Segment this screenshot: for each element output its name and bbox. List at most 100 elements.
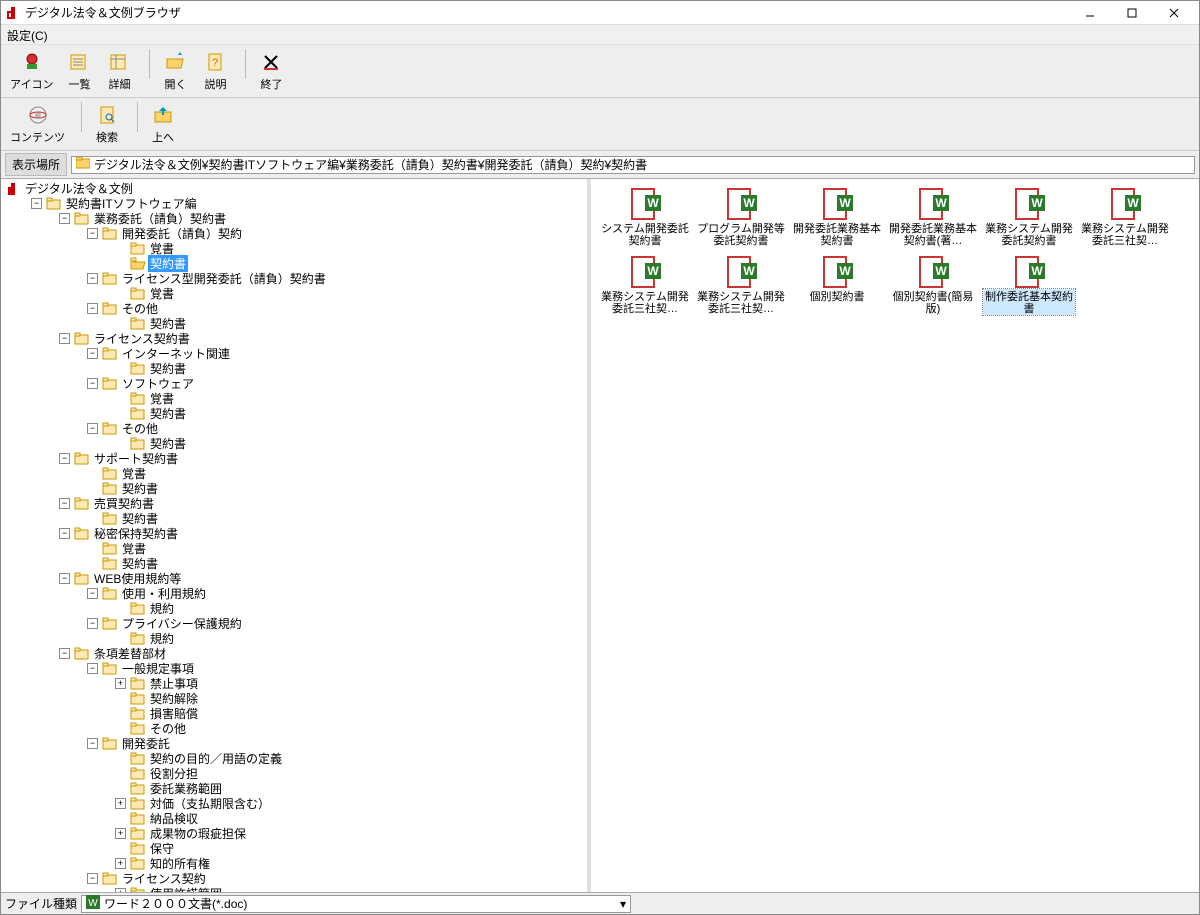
collapse-icon[interactable]: − xyxy=(87,228,98,239)
tree-node[interactable]: −プライバシー保護規約 xyxy=(45,616,587,631)
collapse-icon[interactable]: − xyxy=(59,453,70,464)
collapse-icon[interactable]: − xyxy=(87,303,98,314)
tree-node[interactable]: 覚書 xyxy=(45,541,587,556)
tree-node[interactable]: −インターネット関連 xyxy=(45,346,587,361)
tree-node[interactable]: −ライセンス契約書 xyxy=(31,331,587,346)
collapse-icon[interactable]: − xyxy=(87,738,98,749)
filetype-combobox[interactable]: W ワード２０００文書(*.doc) ▾ xyxy=(81,895,631,913)
tree-node[interactable]: 保守 xyxy=(59,841,587,856)
menu-settings[interactable]: 設定(C) xyxy=(7,29,48,43)
tree-node[interactable]: 覚書 xyxy=(45,466,587,481)
tree-node[interactable]: −開発委託 xyxy=(45,736,587,751)
file-pane[interactable]: Wシステム開発委託契約書Wプログラム開発等委託契約書W開発委託業務基本契約書W開… xyxy=(591,179,1199,892)
collapse-icon[interactable]: − xyxy=(59,648,70,659)
tree-node[interactable]: 覚書 xyxy=(59,286,587,301)
collapse-icon[interactable]: − xyxy=(59,498,70,509)
maximize-button[interactable] xyxy=(1111,2,1153,24)
tree-node[interactable]: +知的所有権 xyxy=(59,856,587,871)
file-item[interactable]: Wシステム開発委託契約書 xyxy=(597,185,693,249)
tree-node[interactable]: 規約 xyxy=(59,601,587,616)
tree-node[interactable]: −使用・利用規約 xyxy=(45,586,587,601)
toolbar-help-button[interactable]: ? 説明 xyxy=(196,47,234,95)
toolbar-search-button[interactable]: 検索 xyxy=(88,100,126,148)
collapse-icon[interactable]: − xyxy=(59,333,70,344)
collapse-icon[interactable]: − xyxy=(59,213,70,224)
tree-node[interactable]: 契約書 xyxy=(59,316,587,331)
collapse-icon[interactable]: − xyxy=(87,618,98,629)
tree-node[interactable]: +禁止事項 xyxy=(59,676,587,691)
tree-node[interactable]: 契約書 xyxy=(59,406,587,421)
tree-node[interactable]: −ソフトウェア xyxy=(45,376,587,391)
collapse-icon[interactable]: − xyxy=(87,378,98,389)
collapse-icon[interactable]: − xyxy=(87,588,98,599)
collapse-icon[interactable]: − xyxy=(59,573,70,584)
tree-node[interactable]: −秘密保持契約書 xyxy=(31,526,587,541)
toolbar-exit-button[interactable]: 終了 xyxy=(252,47,290,95)
tree-node[interactable]: 契約書 xyxy=(45,481,587,496)
tree-node[interactable]: 納品検収 xyxy=(59,811,587,826)
tree-node[interactable]: −条項差替部材 xyxy=(31,646,587,661)
tree-node[interactable]: 規約 xyxy=(59,631,587,646)
close-button[interactable] xyxy=(1153,2,1195,24)
tree-node[interactable]: +対価（支払期限含む） xyxy=(59,796,587,811)
tree-node[interactable]: その他 xyxy=(59,721,587,736)
tree-node[interactable]: −業務委託（請負）契約書 xyxy=(31,211,587,226)
tree-node[interactable]: 覚書 xyxy=(59,241,587,256)
collapse-icon[interactable]: − xyxy=(87,873,98,884)
tree-node[interactable]: −ライセンス型開発委託（請負）契約書 xyxy=(45,271,587,286)
file-item[interactable]: W個別契約書(簡易版) xyxy=(885,253,981,317)
toolbar-contents-button[interactable]: コンテンツ xyxy=(5,100,70,148)
toolbar-list-view-button[interactable]: 一覧 xyxy=(60,47,98,95)
address-path-field[interactable]: デジタル法令＆文例¥契約書ITソフトウェア編¥業務委託（請負）契約書¥開発委託（… xyxy=(71,156,1195,174)
tree-node[interactable]: 契約書 xyxy=(59,256,587,271)
file-item[interactable]: W業務システム開発委託三社契… xyxy=(693,253,789,317)
tree-node[interactable]: −契約書ITソフトウェア編 xyxy=(17,196,587,211)
tree-node[interactable]: 契約解除 xyxy=(59,691,587,706)
folder-closed-icon xyxy=(102,557,118,570)
expand-icon[interactable]: + xyxy=(115,678,126,689)
file-item-label: 個別契約書 xyxy=(810,289,865,303)
tree-node[interactable]: 契約書 xyxy=(45,511,587,526)
tree-node[interactable]: 契約の目的／用語の定義 xyxy=(59,751,587,766)
collapse-icon[interactable]: − xyxy=(87,348,98,359)
toolbar-up-button[interactable]: 上へ xyxy=(144,100,182,148)
tree-node[interactable]: 委託業務範囲 xyxy=(59,781,587,796)
collapse-icon[interactable]: − xyxy=(87,273,98,284)
tree-node[interactable]: −開発委託（請負）契約 xyxy=(45,226,587,241)
collapse-icon[interactable]: − xyxy=(31,198,42,209)
collapse-icon[interactable]: − xyxy=(87,423,98,434)
tree-node[interactable]: 役割分担 xyxy=(59,766,587,781)
toolbar-icon-view-button[interactable]: アイコン xyxy=(5,47,58,95)
tree-node[interactable]: 契約書 xyxy=(59,436,587,451)
tree-pane[interactable]: デジタル法令＆文例−契約書ITソフトウェア編−業務委託（請負）契約書−開発委託（… xyxy=(1,179,591,892)
tree-node[interactable]: 損害賠償 xyxy=(59,706,587,721)
file-item[interactable]: W個別契約書 xyxy=(789,253,885,317)
tree-node[interactable]: −一般規定事項 xyxy=(45,661,587,676)
toolbar-detail-view-button[interactable]: 詳細 xyxy=(100,47,138,95)
tree-node[interactable]: −その他 xyxy=(45,301,587,316)
minimize-button[interactable] xyxy=(1069,2,1111,24)
collapse-icon[interactable]: − xyxy=(59,528,70,539)
file-item[interactable]: Wプログラム開発等委託契約書 xyxy=(693,185,789,249)
expand-icon[interactable]: + xyxy=(115,798,126,809)
tree-node[interactable]: −WEB使用規約等 xyxy=(31,571,587,586)
file-item[interactable]: W開発委託業務基本契約書 xyxy=(789,185,885,249)
tree-node[interactable]: 覚書 xyxy=(59,391,587,406)
collapse-icon[interactable]: − xyxy=(87,663,98,674)
expand-icon[interactable]: + xyxy=(115,828,126,839)
file-item[interactable]: W業務システム開発委託三社契… xyxy=(1077,185,1173,249)
file-item[interactable]: W業務システム開発委託三社契… xyxy=(597,253,693,317)
file-item[interactable]: W業務システム開発委託契約書 xyxy=(981,185,1077,249)
file-item[interactable]: W制作委託基本契約書 xyxy=(981,253,1077,317)
tree-node[interactable]: 契約書 xyxy=(59,361,587,376)
tree-node[interactable]: −売買契約書 xyxy=(31,496,587,511)
expand-icon[interactable]: + xyxy=(115,858,126,869)
file-item[interactable]: W開発委託業務基本契約書(著… xyxy=(885,185,981,249)
tree-node[interactable]: −ライセンス契約 xyxy=(45,871,587,886)
tree-node[interactable]: 契約書 xyxy=(45,556,587,571)
tree-node[interactable]: +成果物の瑕疵担保 xyxy=(59,826,587,841)
tree-node[interactable]: −サポート契約書 xyxy=(31,451,587,466)
toolbar-open-button[interactable]: 開く xyxy=(156,47,194,95)
tree-node[interactable]: −その他 xyxy=(45,421,587,436)
tree-root-node[interactable]: デジタル法令＆文例 xyxy=(3,181,587,196)
